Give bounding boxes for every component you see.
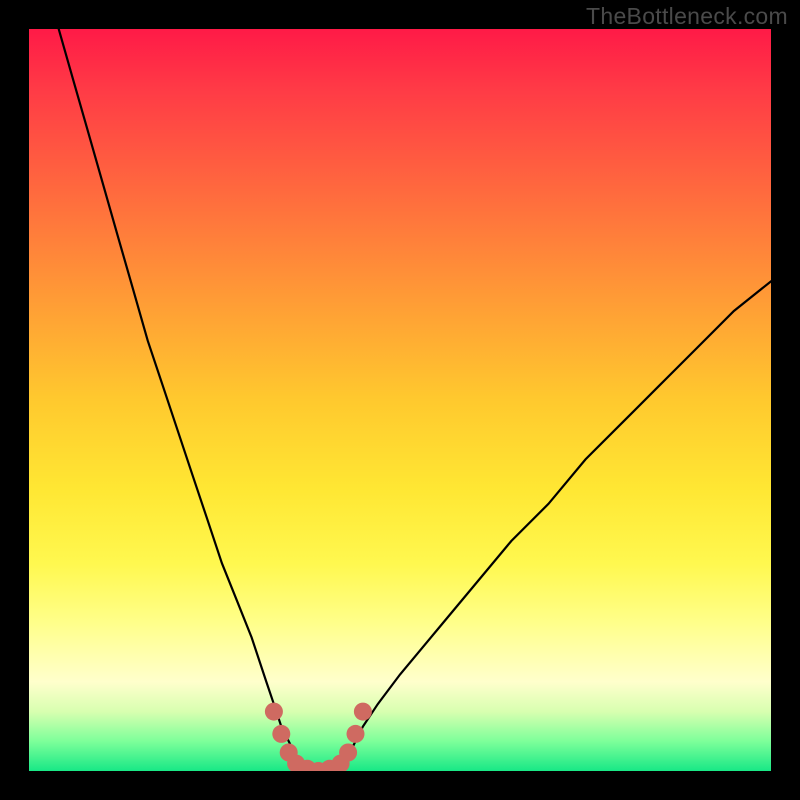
marker-dot: [339, 744, 357, 762]
marker-dot: [347, 725, 365, 743]
plot-area: [29, 29, 771, 771]
curve-layer: [29, 29, 771, 771]
watermark-text: TheBottleneck.com: [586, 3, 788, 30]
marker-dot: [265, 703, 283, 721]
marker-dot: [272, 725, 290, 743]
bottleneck-curve: [59, 29, 771, 771]
chart-frame: TheBottleneck.com: [0, 0, 800, 800]
marker-dot: [354, 703, 372, 721]
optimal-zone-markers: [265, 703, 372, 771]
